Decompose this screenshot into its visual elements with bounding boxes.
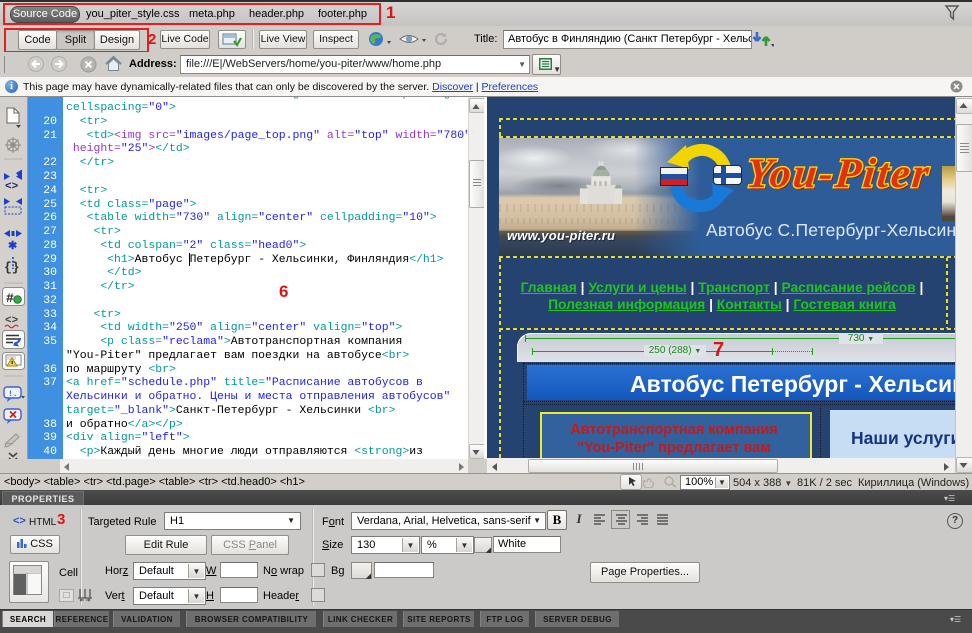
svg-text:<>: <> <box>5 181 19 193</box>
svg-text:{}: {} <box>4 260 20 275</box>
svg-text:You-Piter: You-Piter <box>744 150 932 197</box>
svg-text:✱: ✱ <box>8 240 17 253</box>
svg-text:#: # <box>6 291 14 306</box>
svg-text:!.: !. <box>8 390 18 399</box>
